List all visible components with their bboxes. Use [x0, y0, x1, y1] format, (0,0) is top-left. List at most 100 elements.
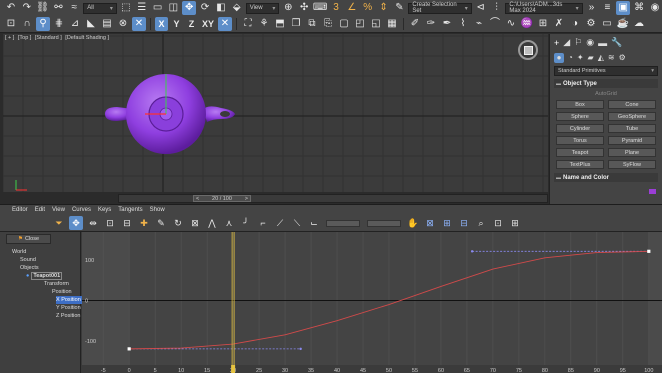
angle-snap-icon[interactable]: ∠: [345, 1, 359, 15]
flat-tangent-icon[interactable]: ⌙: [307, 216, 321, 230]
snap-face-icon[interactable]: ▤: [100, 17, 114, 31]
shapes-icon[interactable]: ◔: [568, 53, 573, 62]
spinner-snap-icon[interactable]: ⇕: [377, 1, 391, 15]
snap-grid-icon[interactable]: ⋕: [52, 17, 66, 31]
draw-curves-icon[interactable]: ✎: [154, 216, 168, 230]
box-button[interactable]: Box: [556, 100, 604, 109]
torus-button[interactable]: Torus: [556, 136, 604, 145]
menu-editor[interactable]: Editor: [12, 207, 28, 213]
cylinder-button[interactable]: Cylinder: [556, 124, 604, 133]
material-editor-icon[interactable]: ◑: [568, 17, 582, 31]
menu-tangents[interactable]: Tangents: [118, 207, 142, 213]
menu-show[interactable]: Show: [150, 207, 165, 213]
autogrid-checkbox[interactable]: AutoGrid: [554, 91, 658, 97]
axis-x-button[interactable]: X: [155, 17, 168, 31]
attach-icon[interactable]: ▦: [385, 17, 399, 31]
time-slider-track[interactable]: < 20 / 100 >: [118, 194, 548, 203]
selection-filter-dropdown[interactable]: All: [83, 2, 117, 14]
smooth-tangent-icon[interactable]: ⟍: [290, 216, 304, 230]
slide-keys-icon[interactable]: ⇹: [86, 216, 100, 230]
delete-icon[interactable]: ✗: [552, 17, 566, 31]
time-slider-handle[interactable]: < 20 / 100 >: [193, 195, 251, 202]
object-color-swatch[interactable]: [649, 189, 656, 194]
tree-node-objects[interactable]: Objects: [4, 264, 82, 272]
menu-curves[interactable]: Curves: [72, 207, 91, 213]
select-rotate-icon[interactable]: ⟳: [198, 1, 212, 15]
redo-icon[interactable]: ↷: [20, 1, 34, 15]
value-field[interactable]: [367, 219, 401, 227]
spline-tangent-icon[interactable]: ⋀: [205, 216, 219, 230]
hierarchy-tab-icon[interactable]: ⚐: [574, 37, 582, 48]
frame-field[interactable]: [326, 219, 360, 227]
zoom-icon[interactable]: ⌕: [474, 216, 488, 230]
top-viewport[interactable]: [ + ] [Top ] [Standard ] [Default Shadin…: [3, 34, 548, 192]
viewport-standard-label[interactable]: [Standard ]: [35, 35, 62, 41]
snap-active-icon[interactable]: ⚲: [36, 17, 50, 31]
primitive-category-dropdown[interactable]: Standard Primitives: [554, 66, 658, 76]
geosphere-button[interactable]: GeoSphere: [608, 112, 656, 121]
modify-tab-icon[interactable]: ◢: [563, 37, 570, 48]
zoom-extents-icon[interactable]: ⊞: [508, 216, 522, 230]
plane-button[interactable]: Plane: [608, 148, 656, 157]
step-tangent-icon[interactable]: ⌐: [256, 216, 270, 230]
named-selection-set-dropdown[interactable]: Create Selection Set: [408, 2, 472, 14]
tree-node-transform[interactable]: Transform: [4, 280, 82, 288]
tree-node-teapot[interactable]: ● Teapot001: [4, 272, 82, 280]
render-icon[interactable]: ☕: [616, 17, 630, 31]
tree-node-x-position[interactable]: X Position: [56, 296, 82, 304]
frame-value-range-icon[interactable]: ⊟: [457, 216, 471, 230]
menu-edit[interactable]: Edit: [35, 207, 45, 213]
auto-tangent-icon[interactable]: ⊠: [188, 216, 202, 230]
scene-explorer-icon[interactable]: ⛶: [241, 17, 255, 31]
axis-z-button[interactable]: Z: [185, 17, 198, 31]
geometry-icon[interactable]: ●: [554, 52, 564, 63]
pivot-icon[interactable]: ⊕: [281, 1, 295, 15]
render-cloud-icon[interactable]: ☁: [632, 17, 646, 31]
script-icon[interactable]: ⌘: [632, 1, 646, 15]
cone-button[interactable]: Cone: [608, 100, 656, 109]
mirror-icon[interactable]: ⊲: [474, 1, 488, 15]
frame-values-icon[interactable]: ⊞: [440, 216, 454, 230]
fast-tangent-icon[interactable]: ⋏: [222, 216, 236, 230]
teapot-object[interactable]: [103, 74, 243, 156]
select-scale-icon[interactable]: ◧: [214, 1, 228, 15]
name-color-header[interactable]: Name and Color: [554, 173, 658, 182]
project-path-dropdown[interactable]: C:\Users\ADM...3ds Max 2024: [505, 2, 583, 14]
linear-tangent-icon[interactable]: ⟋: [273, 216, 287, 230]
bind-spacewarp-icon[interactable]: ≈: [67, 1, 81, 15]
layer-icon[interactable]: ⬒: [273, 17, 287, 31]
systems-icon[interactable]: ⚙: [619, 53, 626, 62]
select-object-icon[interactable]: ⬚: [119, 1, 133, 15]
pan-icon[interactable]: ✋: [406, 216, 420, 230]
scale-keys-icon[interactable]: ⊡: [103, 216, 117, 230]
brush-icon[interactable]: ⌇: [456, 17, 470, 31]
axis-xy-button[interactable]: XY: [200, 17, 216, 31]
menu-icon[interactable]: ≡: [600, 1, 614, 15]
snaps-toggle-icon[interactable]: 3: [329, 1, 343, 15]
shape-icon[interactable]: ✒: [440, 17, 454, 31]
function-curve-graph[interactable]: -505101520253035404550556065707580859095…: [82, 232, 662, 373]
ungroup-icon[interactable]: ◰: [353, 17, 367, 31]
tree-node-sound[interactable]: Sound: [4, 256, 82, 264]
utilities-tab-icon[interactable]: 🔧: [611, 37, 622, 48]
window-crossing-icon[interactable]: ◫: [166, 1, 180, 15]
axis-constraint-icon[interactable]: ✕: [218, 17, 232, 31]
close-button[interactable]: Close: [6, 234, 51, 244]
keyboard-shortcut-icon[interactable]: ⌨: [313, 1, 327, 15]
magnet-icon[interactable]: ∩: [20, 17, 34, 31]
sphere-button[interactable]: Sphere: [556, 112, 604, 121]
filters-icon[interactable]: ⏷: [52, 216, 66, 230]
tree-node-y-position[interactable]: Y Position: [4, 304, 82, 312]
place-icon[interactable]: ⬙: [230, 1, 244, 15]
teapot-button[interactable]: Teapot: [556, 148, 604, 157]
freeform-icon[interactable]: ♒: [520, 17, 534, 31]
snap-pivot-icon[interactable]: ⊗: [116, 17, 130, 31]
unlink-icon[interactable]: ⚯: [52, 1, 66, 15]
select-by-name-icon[interactable]: ☰: [135, 1, 149, 15]
rendered-frame-icon[interactable]: ▭: [600, 17, 614, 31]
snap-midpoint-icon[interactable]: ✕: [132, 17, 146, 31]
helpers-icon[interactable]: ◭: [598, 53, 604, 62]
add-keys-icon[interactable]: ✚: [137, 216, 151, 230]
sign-in-icon[interactable]: ◉: [648, 1, 662, 15]
link-icon[interactable]: ⛓: [36, 1, 50, 15]
